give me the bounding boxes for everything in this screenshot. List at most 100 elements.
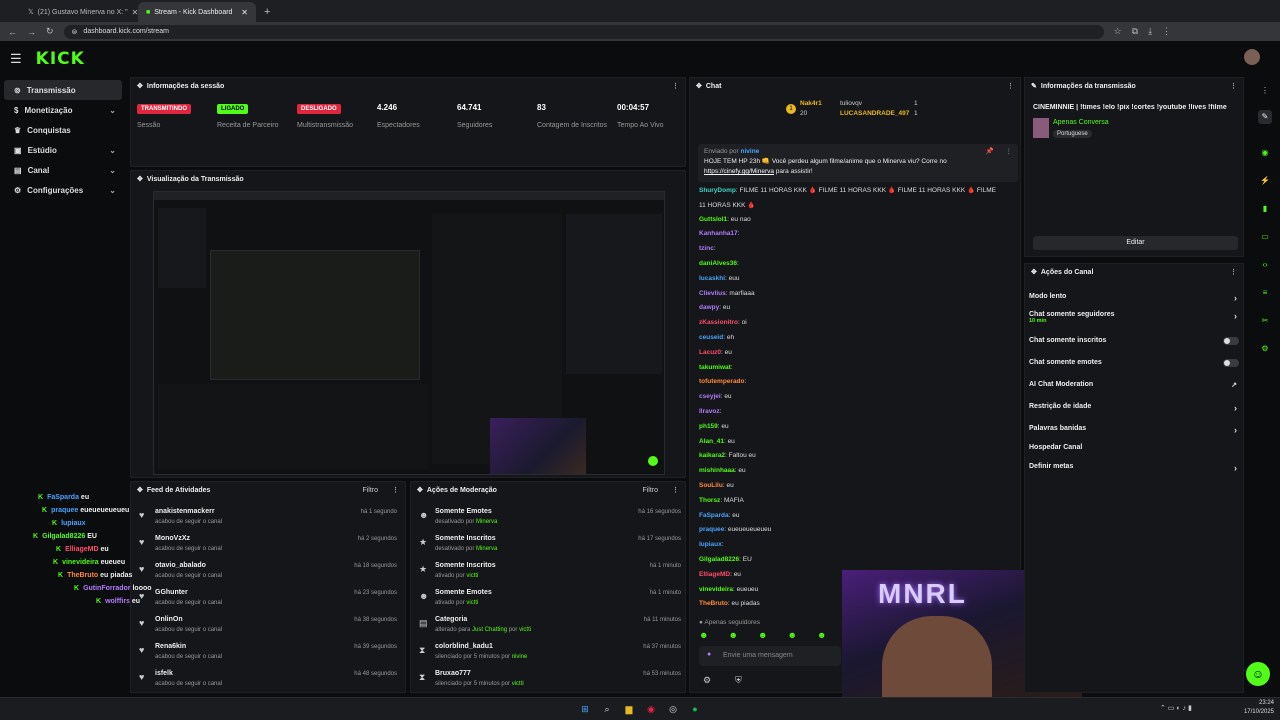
more-options-icon[interactable]: ⋮ — [672, 486, 679, 494]
chat-username[interactable]: Thorsz — [699, 497, 720, 504]
browser-tab-kick[interactable]: ■ Stream - Kick Dashboard ✕ — [138, 2, 256, 22]
pinned-link[interactable]: https://cinefy.gg/Minerva — [704, 168, 774, 175]
action-ai-moderation[interactable]: AI Chat Moderation ↗ — [1029, 381, 1241, 389]
filter-button[interactable]: Filtro — [642, 487, 658, 494]
forward-icon[interactable]: → — [27, 27, 36, 37]
gifter-name[interactable]: tuliovqv — [840, 100, 862, 107]
chat-settings-icon[interactable]: ⚙ — [703, 675, 711, 686]
more-options-icon[interactable]: ⋮ — [1007, 82, 1014, 90]
help-fab-button[interactable]: ☺ — [1246, 662, 1270, 686]
download-icon[interactable]: ⤓ — [1148, 26, 1152, 37]
sidebar-item-monetizacao[interactable]: $ Monetização ⌄ — [4, 100, 122, 120]
feed-username[interactable]: Rena6kin — [155, 643, 186, 650]
pin-icon[interactable]: 📌 — [986, 147, 994, 157]
search-icon[interactable]: ⌕ — [600, 702, 614, 716]
chat-username[interactable]: Alan_41 — [699, 438, 724, 445]
chat-username[interactable]: ShuryDomp — [699, 187, 736, 194]
chat-username[interactable]: TheBruto — [699, 600, 728, 607]
stream-video[interactable] — [153, 191, 665, 475]
chat-username[interactable]: ceuseid — [699, 334, 723, 341]
chat-username[interactable]: Guttslol1 — [699, 216, 727, 223]
chat-username[interactable]: lupiaux — [699, 541, 722, 548]
chat-username[interactable]: tofutemperado — [699, 378, 745, 385]
more-options-icon[interactable]: ⋮ — [1230, 82, 1237, 90]
user-avatar[interactable] — [1244, 49, 1260, 65]
chat-username[interactable]: mishinhaaa — [699, 467, 735, 474]
bookmark-star-icon[interactable]: ☆ — [1114, 26, 1122, 37]
emote-icon[interactable]: ☻ — [699, 630, 708, 642]
rail-edit-icon[interactable]: ✎ — [1258, 110, 1272, 124]
close-icon[interactable]: ✕ — [241, 8, 248, 17]
chat-username[interactable]: SouLilu — [699, 482, 723, 489]
chat-username[interactable]: tzinc — [699, 245, 714, 252]
filter-button[interactable]: Filtro — [362, 487, 378, 494]
chat-username[interactable]: Lacuz0 — [699, 349, 721, 356]
chat-username[interactable]: Gilgalad8226 — [699, 556, 739, 563]
feed-username[interactable]: OnlinOn — [155, 616, 183, 623]
action-age-restriction[interactable]: Restrição de idade › — [1029, 403, 1241, 413]
gifter-name[interactable]: Nak4r1 — [800, 100, 822, 107]
feed-username[interactable]: MonoVzXz — [155, 535, 190, 542]
feed-username[interactable]: GGhunter — [155, 589, 188, 596]
rail-list-icon[interactable]: ≡ — [1258, 286, 1272, 300]
action-host-channel[interactable]: Hospedar Canal — [1029, 444, 1241, 451]
pinned-sender[interactable]: nivine — [741, 148, 760, 155]
chat-username[interactable]: ph159 — [699, 423, 718, 430]
chat-username[interactable]: llravoz — [699, 408, 720, 415]
chat-mod-icon[interactable]: ⛨ — [735, 675, 742, 686]
chat-username[interactable]: praquee — [699, 526, 724, 533]
file-explorer-icon[interactable]: ▆ — [622, 702, 636, 716]
feed-username[interactable]: otavio_abalado — [155, 562, 206, 569]
rail-more-icon[interactable]: ⋮ — [1258, 84, 1272, 98]
chat-username[interactable]: Clievlius — [699, 290, 726, 297]
chat-username[interactable]: dawpy — [699, 304, 719, 311]
chat-username[interactable]: takumiwat — [699, 364, 731, 371]
emotes-only-toggle[interactable] — [1223, 359, 1239, 367]
category-name[interactable]: Apenas Conversa — [1053, 119, 1109, 126]
action-set-goals[interactable]: Definir metas › — [1029, 463, 1241, 473]
more-options-icon[interactable]: ⋮ — [1230, 268, 1237, 276]
action-slow-mode[interactable]: Modo lento › — [1029, 293, 1241, 303]
chat-username[interactable]: zKassionitro — [699, 319, 738, 326]
emote-icon[interactable]: ☻ — [787, 630, 796, 642]
rail-tools-icon[interactable]: ✂ — [1258, 314, 1272, 328]
chat-username[interactable]: kaikara2 — [699, 452, 725, 459]
rail-lightning-icon[interactable]: ⚡ — [1258, 174, 1272, 188]
app-icon[interactable]: ◎ — [666, 702, 680, 716]
more-options-icon[interactable]: ⋮ — [672, 82, 679, 90]
windows-start-icon[interactable]: ⊞ — [578, 702, 592, 716]
more-options-icon[interactable]: ⋮ — [392, 486, 399, 494]
feed-username[interactable]: anakistenmackerr — [155, 508, 215, 515]
chat-username[interactable]: Kanhanha17 — [699, 230, 738, 237]
chat-username[interactable]: ElliageMD — [699, 571, 730, 578]
back-icon[interactable]: ← — [8, 27, 17, 37]
reload-icon[interactable]: ↻ — [46, 26, 54, 37]
sidebar-item-conquistas[interactable]: ♛ Conquistas — [4, 120, 122, 140]
chrome-icon[interactable]: ◉ — [644, 702, 658, 716]
emote-icon[interactable]: ☻ — [817, 630, 826, 642]
emote-icon[interactable]: ☻ — [728, 630, 737, 642]
more-options-icon[interactable]: ⋮ — [1006, 147, 1013, 157]
chat-username[interactable]: daniAlves36 — [699, 260, 737, 267]
new-tab-button[interactable]: + — [256, 2, 278, 22]
gifter-name[interactable]: LUCASANDRADE_497 — [840, 110, 909, 117]
action-banned-words[interactable]: Palavras banidas › — [1029, 425, 1241, 435]
sidebar-item-canal[interactable]: ▤ Canal ⌄ — [4, 160, 122, 180]
kick-logo[interactable]: KICK — [36, 49, 85, 69]
sidebar-item-configuracoes[interactable]: ⚙ Configurações ⌄ — [4, 180, 122, 200]
chat-input[interactable]: ● Envie uma mensagem — [699, 646, 841, 666]
rail-chat-icon[interactable]: ▭ — [1258, 230, 1272, 244]
chat-username[interactable]: vinevideira — [699, 586, 733, 593]
chat-username[interactable]: FaSparda — [699, 512, 729, 519]
site-info-icon[interactable]: ⊜ — [72, 28, 78, 36]
feed-username[interactable]: isfelk — [155, 670, 173, 677]
spotify-icon[interactable]: ● — [688, 702, 702, 716]
hamburger-menu-icon[interactable]: ☰ — [10, 51, 22, 67]
browser-tab-x[interactable]: 𝕏 (21) Gustavo Minerva no X: " ✕ — [20, 2, 138, 22]
chat-username[interactable]: cseyjei — [699, 393, 721, 400]
subscribers-only-toggle[interactable] — [1223, 337, 1239, 345]
url-field[interactable]: ⊜ dashboard.kick.com/stream — [63, 24, 1104, 39]
emote-icon[interactable]: ☻ — [758, 630, 767, 642]
edit-button[interactable]: Editar — [1033, 236, 1238, 250]
action-followers-only[interactable]: Chat somente seguidores 10 min › — [1029, 311, 1241, 324]
